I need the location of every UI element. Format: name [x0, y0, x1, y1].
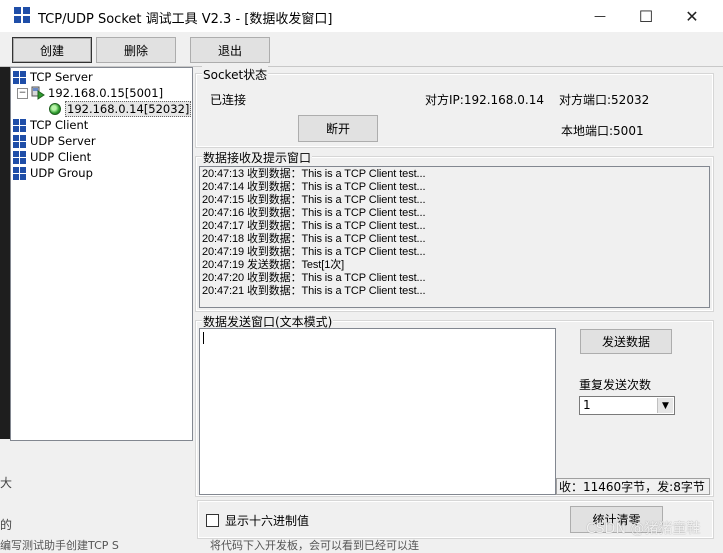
remote-port: 对方端口:52032: [559, 93, 650, 107]
create-button[interactable]: 创建: [12, 37, 92, 63]
send-group: 数据发送窗口(文本模式) 发送数据 重复发送次数 1 ▼ 收：11460字节，发…: [195, 313, 714, 497]
log-line: 20:47:13 收到数据：This is a TCP Client test.…: [202, 168, 426, 180]
log-line: 20:47:19 发送数据：Test[1次]: [202, 259, 345, 271]
tree-label: UDP Client: [30, 150, 92, 164]
byte-stats: 收：11460字节，发:8字节: [556, 478, 710, 495]
log-line: 20:47:21 收到数据：This is a TCP Client test.…: [202, 285, 426, 297]
repeat-count-select[interactable]: 1 ▼: [579, 396, 675, 415]
log-line: 20:47:19 收到数据：This is a TCP Client test.…: [202, 246, 426, 258]
tree-label: UDP Group: [30, 166, 93, 180]
hex-display-label: 显示十六进制值: [225, 514, 310, 528]
hex-display-checkbox[interactable]: [206, 514, 219, 527]
connection-status: 已连接: [210, 93, 247, 107]
receive-group: 数据接收及提示窗口 20:47:13 收到数据：This is a TCP Cl…: [195, 149, 714, 312]
background-fragment: 编写测试助手创建TCP S: [0, 539, 119, 552]
receive-log[interactable]: 20:47:13 收到数据：This is a TCP Client test.…: [199, 166, 710, 308]
tree-label: TCP Client: [30, 118, 89, 132]
tree-item-udp-server[interactable]: UDP Server: [13, 133, 96, 149]
group-title: Socket状态: [202, 66, 269, 83]
tree-item-tcp-server[interactable]: TCP Server: [13, 69, 93, 85]
grid-icon: [13, 166, 26, 180]
disconnect-button[interactable]: 断开: [298, 115, 378, 142]
background-fragment: 的: [0, 518, 13, 532]
socket-tree[interactable]: TCP Server − 192.168.0.15[5001] 192.168.…: [10, 67, 193, 441]
send-textarea[interactable]: [199, 328, 556, 495]
close-icon[interactable]: ✕: [669, 0, 715, 32]
grid-icon: [13, 118, 26, 132]
tree-item-udp-group[interactable]: UDP Group: [13, 165, 93, 181]
text-caret: [203, 332, 204, 344]
log-line: 20:47:17 收到数据：This is a TCP Client test.…: [202, 220, 426, 232]
computer-icon: [31, 86, 45, 100]
tree-label: UDP Server: [30, 134, 96, 148]
tree-item-tcp-client[interactable]: TCP Client: [13, 117, 88, 133]
minimize-icon[interactable]: —: [577, 0, 623, 32]
grid-icon: [13, 150, 26, 164]
log-line: 20:47:18 收到数据：This is a TCP Client test.…: [202, 233, 426, 245]
exit-button[interactable]: 退出: [190, 37, 270, 63]
maximize-icon[interactable]: ☐: [623, 0, 669, 32]
toolbar: 创建 删除 退出: [0, 32, 723, 67]
grid-icon: [13, 70, 26, 84]
background-fragment: 将代码下入开发板，会可以看到已经可以连: [210, 539, 419, 552]
log-line: 20:47:14 收到数据：This is a TCP Client test.…: [202, 181, 426, 193]
title-bar[interactable]: TCP/UDP Socket 调试工具 V2.3 - [数据收发窗口] — ☐ …: [0, 0, 723, 32]
send-data-button[interactable]: 发送数据: [580, 329, 672, 354]
tree-label: TCP Server: [30, 70, 93, 84]
log-line: 20:47:15 收到数据：This is a TCP Client test.…: [202, 194, 426, 206]
tree-label: 192.168.0.14[52032]: [65, 101, 192, 117]
tree-label: 192.168.0.15[5001]: [48, 86, 164, 100]
tree-item-udp-client[interactable]: UDP Client: [13, 149, 91, 165]
background-fragment: 大: [0, 476, 13, 490]
collapse-icon[interactable]: −: [17, 87, 28, 99]
watermark: CSDN @猪猪童鞋: [586, 521, 701, 537]
repeat-count-label: 重复发送次数: [579, 378, 652, 392]
background-editor: [0, 66, 10, 439]
remote-ip: 对方IP:192.168.0.14: [425, 93, 544, 107]
window-title: TCP/UDP Socket 调试工具 V2.3 - [数据收发窗口]: [38, 12, 333, 27]
local-port: 本地端口:5001: [561, 124, 644, 138]
connected-status-icon: [49, 103, 61, 115]
grid-icon: [13, 134, 26, 148]
delete-button[interactable]: 删除: [96, 37, 176, 63]
group-title: 数据接收及提示窗口: [202, 149, 313, 166]
log-line: 20:47:16 收到数据：This is a TCP Client test.…: [202, 207, 426, 219]
app-icon: [14, 7, 30, 23]
socket-status-group: Socket状态 已连接 对方IP:192.168.0.14 对方端口:5203…: [195, 66, 714, 148]
tree-item-server-node[interactable]: − 192.168.0.15[5001]: [17, 85, 163, 101]
repeat-count-value: 1: [583, 398, 591, 412]
chevron-down-icon[interactable]: ▼: [657, 398, 673, 413]
tree-item-client-node[interactable]: 192.168.0.14[52032]: [49, 101, 192, 117]
log-line: 20:47:20 收到数据：This is a TCP Client test.…: [202, 272, 426, 284]
